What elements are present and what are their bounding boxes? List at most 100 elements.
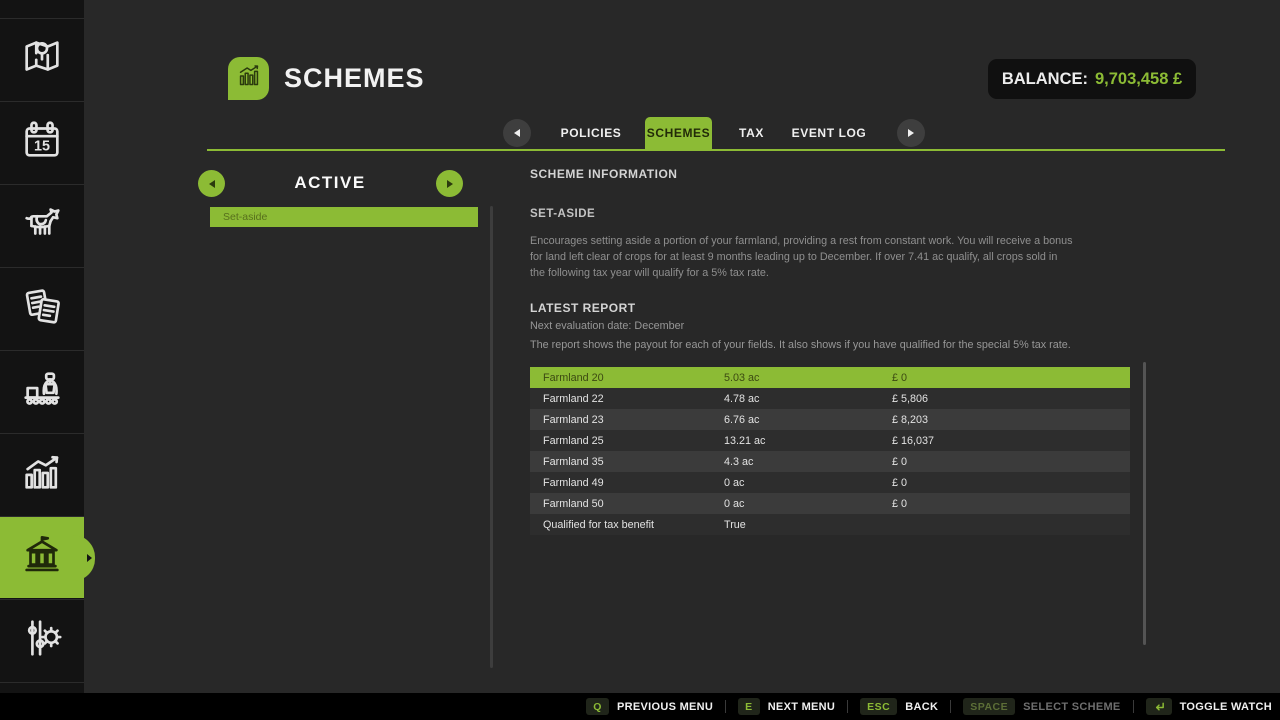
hint-separator bbox=[725, 700, 726, 713]
keybind-bar: Q PREVIOUS MENU E NEXT MENU ESC BACK SPA… bbox=[0, 693, 1280, 720]
field-area: 6.76 ac bbox=[711, 414, 879, 426]
balance-value: 9,703,458 £ bbox=[1095, 70, 1182, 89]
svg-text:15: 15 bbox=[34, 139, 50, 155]
sidebar-item-partial-top bbox=[0, 0, 84, 18]
field-payout: £ 0 bbox=[879, 477, 1130, 489]
field-name: Farmland 25 bbox=[530, 435, 711, 447]
table-row[interactable]: Farmland 35 4.3 ac £ 0 bbox=[530, 451, 1130, 472]
sidebar-item-partial-bottom bbox=[0, 682, 84, 693]
latest-report-heading: LATEST REPORT bbox=[530, 301, 636, 315]
field-name: Farmland 49 bbox=[530, 477, 711, 489]
chevron-left-icon bbox=[209, 180, 215, 188]
enter-icon bbox=[1146, 698, 1172, 715]
table-row[interactable]: Farmland 25 13.21 ac £ 16,037 bbox=[530, 430, 1130, 451]
field-payout: £ 16,037 bbox=[879, 435, 1130, 447]
sidebar-item-animals[interactable] bbox=[0, 184, 84, 266]
sidebar-item-map[interactable] bbox=[0, 18, 84, 100]
calendar-icon: 15 bbox=[19, 117, 65, 168]
key-esc: ESC bbox=[860, 698, 897, 715]
sidebar-item-settings[interactable] bbox=[0, 599, 84, 681]
statistics-icon bbox=[19, 449, 65, 500]
field-name: Farmland 20 bbox=[530, 372, 711, 384]
hint-toggle-watch: TOGGLE WATCH bbox=[1146, 698, 1272, 715]
field-name: Farmland 35 bbox=[530, 456, 711, 468]
content-scrollbar[interactable] bbox=[1143, 362, 1146, 645]
scheme-list-item-set-aside[interactable]: Set-aside bbox=[210, 207, 478, 227]
hint-label: TOGGLE WATCH bbox=[1180, 701, 1272, 713]
chevron-left-icon bbox=[514, 129, 520, 137]
field-payout: £ 8,203 bbox=[879, 414, 1130, 426]
hint-previous-menu: Q PREVIOUS MENU bbox=[586, 698, 713, 715]
animals-icon bbox=[19, 200, 65, 251]
field-payout: £ 0 bbox=[879, 372, 1130, 384]
key-q: Q bbox=[586, 698, 609, 715]
field-payout: £ 0 bbox=[879, 498, 1130, 510]
field-area: 4.78 ac bbox=[711, 393, 879, 405]
sidebar: 15 bbox=[0, 0, 84, 693]
sidebar-item-finances[interactable] bbox=[0, 516, 84, 598]
field-name: Farmland 23 bbox=[530, 414, 711, 426]
table-row[interactable]: Farmland 22 4.78 ac £ 5,806 bbox=[530, 388, 1130, 409]
scheme-description: Encourages setting aside a portion of yo… bbox=[530, 233, 1075, 282]
tab-schemes[interactable]: SCHEMES bbox=[645, 117, 712, 149]
key-e: E bbox=[738, 698, 760, 715]
tabs-prev-button[interactable] bbox=[503, 119, 531, 147]
balance-badge: BALANCE: 9,703,458 £ bbox=[988, 59, 1196, 99]
page-title: SCHEMES bbox=[284, 63, 425, 94]
table-row[interactable]: Farmland 20 5.03 ac £ 0 bbox=[530, 367, 1130, 388]
report-note: The report shows the payout for each of … bbox=[530, 339, 1071, 351]
next-evaluation-date: Next evaluation date: December bbox=[530, 320, 684, 332]
schemes-screen: 15 bbox=[0, 0, 1280, 720]
field-area: 0 ac bbox=[711, 477, 879, 489]
key-space: SPACE bbox=[963, 698, 1015, 715]
tab-tax[interactable]: TAX bbox=[728, 119, 775, 147]
table-row[interactable]: Qualified for tax benefit True bbox=[530, 514, 1130, 535]
hint-back: ESC BACK bbox=[860, 698, 938, 715]
bank-icon bbox=[19, 532, 65, 583]
field-name: Farmland 22 bbox=[530, 393, 711, 405]
tab-policies[interactable]: POLICIES bbox=[552, 119, 630, 147]
chevron-right-icon bbox=[908, 129, 914, 137]
map-icon bbox=[19, 34, 65, 85]
active-list-prev-button[interactable] bbox=[198, 170, 225, 197]
active-panel-title: ACTIVE bbox=[240, 173, 420, 193]
hint-label: SELECT SCHEME bbox=[1023, 701, 1120, 713]
field-payout: £ 0 bbox=[879, 456, 1130, 468]
schemes-header-icon bbox=[228, 57, 269, 100]
field-name: Qualified for tax benefit bbox=[530, 519, 711, 531]
table-row[interactable]: Farmland 23 6.76 ac £ 8,203 bbox=[530, 409, 1130, 430]
field-area: True bbox=[711, 519, 879, 531]
tab-event-log[interactable]: EVENT LOG bbox=[790, 119, 868, 147]
field-area: 13.21 ac bbox=[711, 435, 879, 447]
chevron-right-icon bbox=[447, 180, 453, 188]
scheme-name-heading: SET-ASIDE bbox=[530, 208, 595, 220]
field-name: Farmland 50 bbox=[530, 498, 711, 510]
hint-next-menu: E NEXT MENU bbox=[738, 698, 835, 715]
hint-label: BACK bbox=[905, 701, 938, 713]
table-row[interactable]: Farmland 50 0 ac £ 0 bbox=[530, 493, 1130, 514]
chart-bubble-icon bbox=[234, 61, 264, 96]
hint-separator bbox=[1133, 700, 1134, 713]
table-row[interactable]: Farmland 49 0 ac £ 0 bbox=[530, 472, 1130, 493]
field-area: 5.03 ac bbox=[711, 372, 879, 384]
hint-separator bbox=[950, 700, 951, 713]
hint-separator bbox=[847, 700, 848, 713]
hint-select-scheme: SPACE SELECT SCHEME bbox=[963, 698, 1120, 715]
sidebar-item-production[interactable] bbox=[0, 350, 84, 432]
panel-scrollbar[interactable] bbox=[490, 206, 493, 668]
sidebar-item-statistics[interactable] bbox=[0, 433, 84, 515]
field-area: 4.3 ac bbox=[711, 456, 879, 468]
production-icon bbox=[19, 366, 65, 417]
sidebar-item-contracts[interactable] bbox=[0, 267, 84, 349]
balance-label: BALANCE: bbox=[1002, 70, 1088, 89]
field-area: 0 ac bbox=[711, 498, 879, 510]
scheme-information-heading: SCHEME INFORMATION bbox=[530, 167, 677, 181]
report-table: Farmland 20 5.03 ac £ 0 Farmland 22 4.78… bbox=[530, 367, 1130, 535]
contracts-icon bbox=[19, 283, 65, 334]
active-list-next-button[interactable] bbox=[436, 170, 463, 197]
tab-underline bbox=[207, 149, 1225, 151]
hint-label: NEXT MENU bbox=[768, 701, 835, 713]
tabs-next-button[interactable] bbox=[897, 119, 925, 147]
sidebar-item-calendar[interactable]: 15 bbox=[0, 101, 84, 183]
field-payout: £ 5,806 bbox=[879, 393, 1130, 405]
